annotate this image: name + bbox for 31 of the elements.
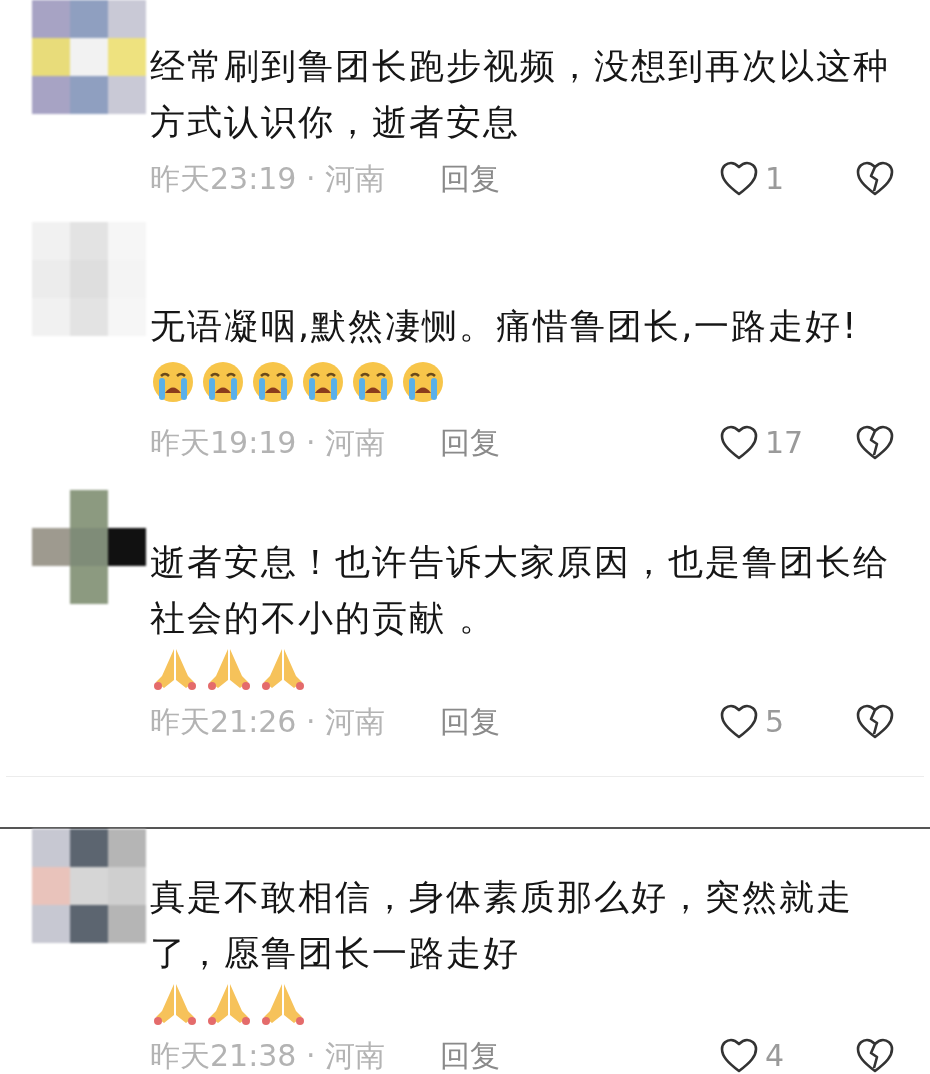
reply-button[interactable]: 回复 — [440, 156, 500, 201]
like-icon[interactable] — [719, 424, 759, 461]
comment-text: 逝者安息！也许告诉大家原因，也是鲁团长给社会的不小的贡献 。 — [150, 541, 891, 640]
like-count: 1 — [765, 160, 786, 198]
avatar[interactable] — [32, 490, 146, 604]
like-count: 17 — [765, 424, 805, 462]
crying-face-icon — [350, 359, 396, 404]
dislike-icon[interactable] — [855, 1037, 895, 1074]
comment-meta: 昨天23:19 · 河南 — [150, 160, 387, 198]
dislike-icon[interactable] — [855, 160, 895, 197]
like-icon[interactable] — [719, 160, 759, 197]
crying-face-icon — [150, 359, 196, 404]
like-count: 5 — [765, 703, 786, 742]
like-icon[interactable] — [719, 1037, 759, 1074]
crying-face-icon — [200, 359, 246, 404]
crying-face-icon — [250, 359, 296, 404]
crying-face-icon — [400, 359, 446, 404]
comment-meta: 昨天21:26 · 河南 — [150, 703, 387, 742]
reply-button[interactable]: 回复 — [440, 1033, 500, 1074]
reply-button[interactable]: 回复 — [440, 699, 500, 745]
comment-meta: 昨天19:19 · 河南 — [150, 424, 387, 462]
comment-text: 经常刷到鲁团长跑步视频，没想到再次以这种方式认识你，逝者安息 — [150, 45, 891, 144]
like-count: 4 — [765, 1037, 786, 1074]
crying-face-icon — [300, 359, 346, 404]
like-icon[interactable] — [719, 703, 759, 740]
comment-text: 真是不敢相信，身体素质那么好，突然就走了，愿鲁团长一路走好 — [150, 876, 854, 975]
comment-text: 无语凝咽,默然凄恻。痛惜鲁团长,一路走好! — [150, 305, 860, 348]
dislike-icon[interactable] — [855, 703, 895, 740]
dislike-icon[interactable] — [855, 424, 895, 461]
comment-meta: 昨天21:38 · 河南 — [150, 1037, 387, 1074]
reply-button[interactable]: 回复 — [440, 420, 500, 465]
